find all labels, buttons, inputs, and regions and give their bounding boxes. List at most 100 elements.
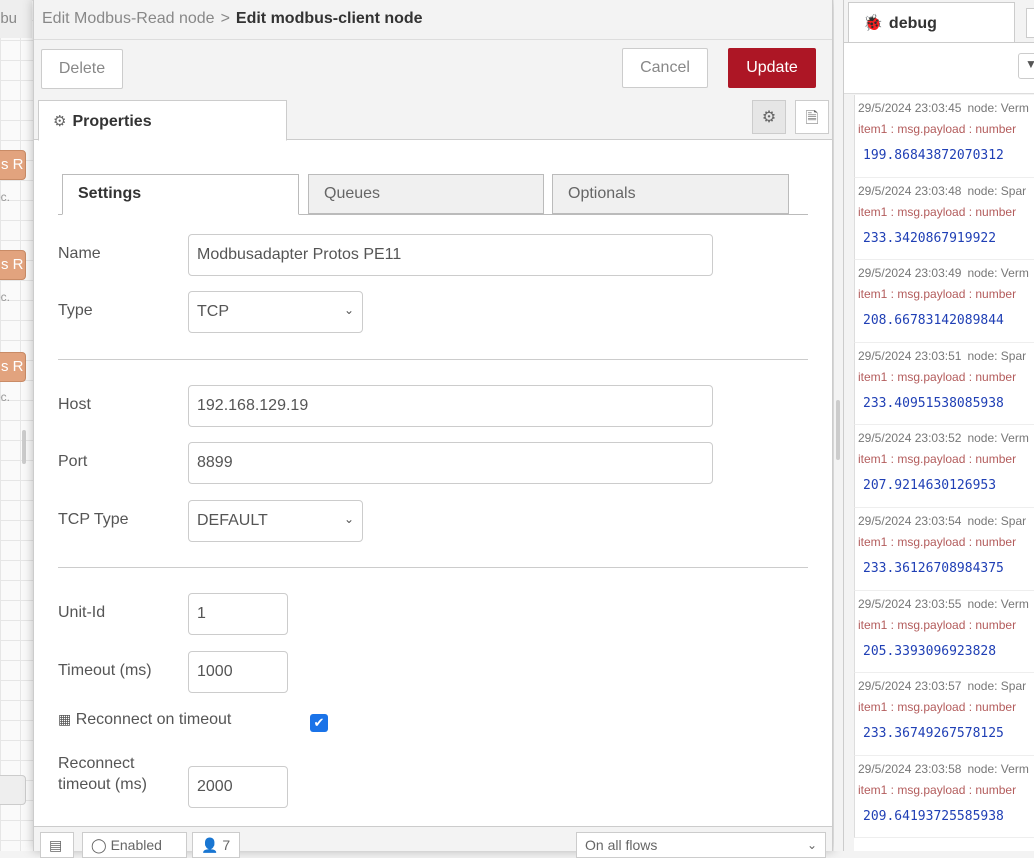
debug-message-node[interactable]: node: Spar	[967, 184, 1026, 198]
reconnect-timeout-label-line2: timeout (ms)	[58, 776, 147, 793]
debug-message-meta: 29/5/2024 23:03:58 node: Verm	[858, 762, 1034, 776]
sidebar-splitter[interactable]	[834, 0, 843, 851]
edit-tray: Edit Modbus-Read node > Edit modbus-client…	[33, 0, 833, 858]
type-select[interactable]: TCP ⌄	[188, 291, 363, 333]
debug-message-time: 29/5/2024 23:03:48	[858, 183, 962, 198]
workspace-canvas[interactable]: dbu s R ec. s R ec. s R ec.	[0, 0, 33, 851]
debug-message-meta: 29/5/2024 23:03:51 node: Spar	[858, 349, 1034, 363]
debug-message-value[interactable]: 233.40951538085938	[863, 396, 1034, 411]
tab-debug[interactable]: 🐞 debug	[848, 2, 1015, 42]
debug-message-node[interactable]: node: Verm	[967, 266, 1028, 280]
workspace-node-status: ec.	[0, 390, 11, 404]
timeout-input[interactable]: 1000	[188, 651, 288, 693]
splitter-grip[interactable]	[836, 400, 840, 460]
debug-message-topic: item1 : msg.payload : number	[858, 700, 1017, 715]
debug-message-node[interactable]: node: Spar	[967, 349, 1026, 363]
debug-message[interactable]: 29/5/2024 23:03:55 node: Verm item1 : msg.…	[854, 590, 1034, 674]
workspace-node[interactable]	[0, 775, 26, 805]
checkmark-icon: ✔	[313, 715, 325, 730]
users-button[interactable]: 👤 7	[192, 832, 240, 858]
debug-message[interactable]: 29/5/2024 23:03:58 node: Verm item1 : msg.…	[854, 755, 1034, 839]
type-select-value: TCP	[197, 303, 229, 320]
breadcrumb: Edit Modbus-Read node > Edit modbus-client…	[34, 0, 832, 40]
tcp-type-label: TCP Type	[58, 511, 129, 528]
tcp-type-select[interactable]: DEFAULT ⌄	[188, 500, 363, 542]
node-description-button[interactable]: 🗎	[795, 100, 829, 134]
debug-message-value[interactable]: 209.64193725585938	[863, 809, 1034, 824]
tab-properties-label: Properties	[72, 113, 152, 130]
node-settings-button[interactable]: ⚙	[752, 100, 786, 134]
debug-message-meta: 29/5/2024 23:03:57 node: Spar	[858, 679, 1034, 693]
debug-message[interactable]: 29/5/2024 23:03:57 node: Spar item1 : msg.…	[854, 673, 1034, 756]
tab-queues[interactable]: Queues	[308, 174, 544, 214]
debug-message-topic: item1 : msg.payload : number	[858, 287, 1017, 302]
breadcrumb-parent[interactable]: Edit Modbus-Read node	[42, 10, 215, 27]
enabled-toggle[interactable]: ◯ Enabled	[82, 832, 187, 858]
tcp-type-select-value: DEFAULT	[197, 512, 268, 529]
tab-optionals[interactable]: Optionals	[552, 174, 789, 214]
breadcrumb-current: Edit modbus-client node	[235, 10, 423, 27]
chevron-down-icon: ⌄	[806, 838, 817, 852]
debug-message[interactable]: 29/5/2024 23:03:49 node: Verm item1 : msg.…	[854, 260, 1034, 343]
tray-toolbar: Delete Cancel Update	[34, 40, 832, 96]
filter-button[interactable]: ▼	[1018, 53, 1034, 79]
debug-message[interactable]: 29/5/2024 23:03:52 node: Verm item1 : msg.…	[854, 425, 1034, 508]
divider	[58, 567, 808, 568]
debug-message-node[interactable]: node: Spar	[967, 679, 1026, 693]
unit-id-input[interactable]: 1	[188, 593, 288, 635]
host-input[interactable]: 192.168.129.19	[188, 385, 713, 427]
workspace-node[interactable]: s R	[0, 250, 26, 280]
chevron-down-icon: ⌄	[343, 303, 354, 317]
cancel-button[interactable]: Cancel	[622, 48, 708, 88]
debug-message-time: 29/5/2024 23:03:57	[858, 679, 962, 694]
reconnect-on-timeout-label: ▦ Reconnect on timeout	[58, 711, 231, 729]
debug-message[interactable]: 29/5/2024 23:03:45 node: Verm item1 : msg.…	[854, 95, 1034, 178]
debug-message-time: 29/5/2024 23:03:45	[858, 101, 962, 115]
debug-message-topic: item1 : msg.payload : number	[858, 534, 1017, 549]
reconnect-timeout-label-line1: Reconnect	[58, 755, 135, 772]
filter-icon: ▼	[1025, 57, 1034, 71]
debug-toolbar: ▼	[844, 42, 1034, 94]
debug-message-node[interactable]: node: Verm	[967, 762, 1028, 776]
port-input[interactable]: 8899	[188, 442, 713, 484]
debug-message-value[interactable]: 233.36749267578125	[863, 726, 1034, 741]
reconnect-timeout-input[interactable]: 2000	[188, 766, 288, 808]
debug-message-value[interactable]: 199.86843872070312	[863, 148, 1034, 163]
workspace-resize-handle[interactable]	[22, 430, 26, 464]
gear-icon: ⚙	[761, 109, 777, 126]
debug-message-node[interactable]: node: Spar	[967, 514, 1026, 528]
debug-message[interactable]: 29/5/2024 23:03:51 node: Spar item1 : msg.…	[854, 342, 1034, 426]
node-info-button[interactable]: ▤	[40, 832, 74, 858]
debug-message-topic: item1 : msg.payload : number	[858, 204, 1017, 219]
tray-footer: ▤ ◯ Enabled 👤 7 On all flows ⌄	[34, 826, 832, 858]
workspace-node[interactable]: s R	[0, 150, 26, 180]
debug-message[interactable]: 29/5/2024 23:03:54 node: Spar item1 : msg.…	[854, 507, 1034, 591]
chevron-down-icon: ⌄	[343, 512, 354, 526]
debug-message-value[interactable]: 233.3420867919922	[863, 231, 1034, 246]
debug-message-meta: 29/5/2024 23:03:55 node: Verm	[858, 597, 1034, 611]
name-label: Name	[58, 245, 101, 262]
debug-message-value[interactable]: 208.66783142089844	[863, 313, 1034, 328]
debug-message-list[interactable]: 29/5/2024 23:03:45 node: Verm item1 : msg.…	[854, 95, 1034, 851]
debug-message-topic: item1 : msg.payload : number	[858, 122, 1017, 136]
update-button[interactable]: Update	[728, 48, 816, 88]
delete-button[interactable]: Delete	[41, 49, 123, 89]
reconnect-on-timeout-checkbox[interactable]: ✔	[310, 714, 328, 732]
debug-message-value[interactable]: 207.9214630126953	[863, 478, 1034, 493]
debug-message-node[interactable]: node: Verm	[967, 101, 1028, 115]
tab-settings[interactable]: Settings	[62, 174, 299, 215]
debug-message-topic: item1 : msg.payload : number	[858, 782, 1017, 797]
debug-message-node[interactable]: node: Verm	[967, 597, 1028, 611]
sidebar-tab-next[interactable]	[1026, 8, 1034, 38]
debug-message-node[interactable]: node: Verm	[967, 431, 1028, 445]
debug-message-value[interactable]: 205.3393096923828	[863, 644, 1034, 659]
scope-select[interactable]: On all flows ⌄	[576, 832, 826, 858]
unit-id-label: Unit-Id	[58, 604, 106, 621]
workspace-tab[interactable]: dbu	[0, 0, 32, 38]
debug-message-value[interactable]: 233.36126708984375	[863, 561, 1034, 576]
name-input[interactable]: Modbusadapter Protos PE11	[188, 234, 713, 276]
tab-properties[interactable]: ⚙ Properties	[38, 100, 287, 141]
workspace-node[interactable]: s R	[0, 352, 26, 382]
debug-message[interactable]: 29/5/2024 23:03:48 node: Spar item1 : msg.…	[854, 177, 1034, 261]
port-label: Port	[58, 453, 88, 470]
